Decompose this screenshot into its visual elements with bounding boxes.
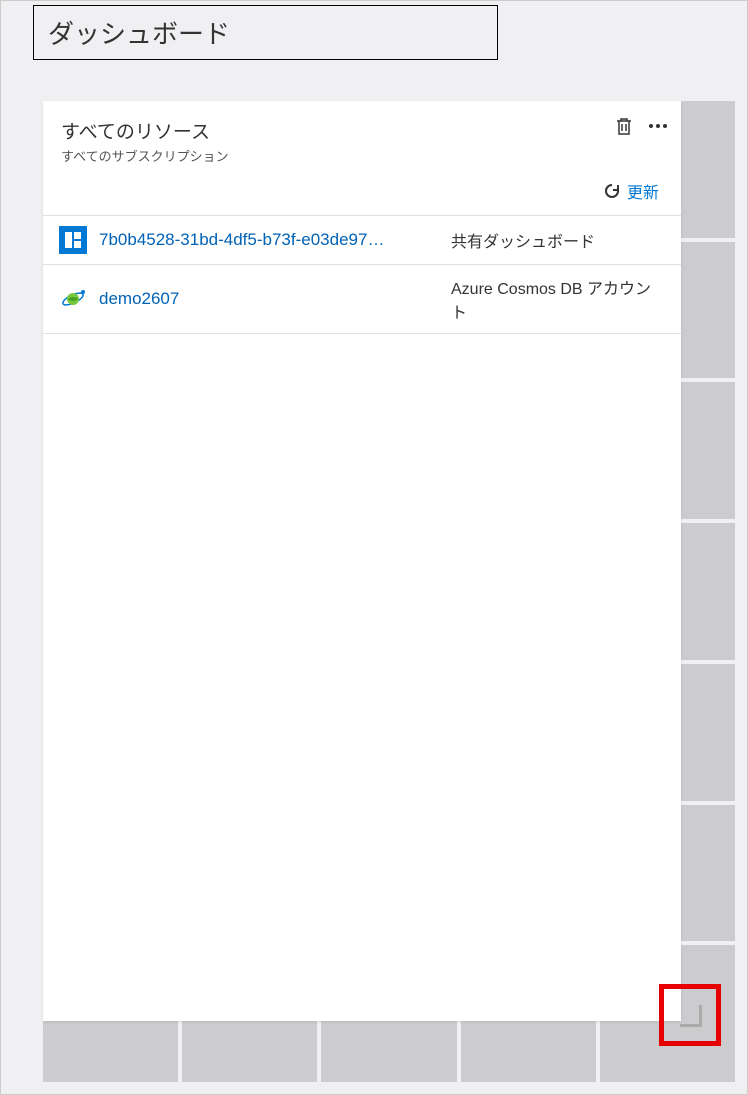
delete-button[interactable] (611, 113, 637, 139)
dashboard-grid: すべてのリソース すべてのサブスクリプション (43, 101, 735, 1082)
refresh-label: 更新 (627, 179, 659, 203)
resize-handle[interactable] (678, 1003, 702, 1027)
resource-name-link[interactable]: demo2607 (99, 289, 439, 309)
resize-handle-highlight (659, 984, 721, 1046)
page-title: ダッシュボード (33, 5, 498, 60)
refresh-row: 更新 (43, 169, 681, 215)
cosmos-db-icon (59, 285, 87, 313)
resource-list: 7b0b4528-31bd-4df5-b73f-e03de97… 共有ダッシュボ… (43, 215, 681, 334)
tile-actions (611, 113, 671, 139)
refresh-button[interactable]: 更新 (603, 179, 659, 203)
tile-title: すべてのリソース (61, 117, 663, 144)
dashboard-page: ダッシュボード すべてのリソース すべてのサブスクリプション (1, 1, 747, 1094)
refresh-icon (603, 182, 621, 200)
all-resources-tile: すべてのリソース すべてのサブスクリプション (43, 101, 681, 1021)
dashboard-icon (59, 226, 87, 254)
more-button[interactable] (645, 113, 671, 139)
tile-header: すべてのリソース すべてのサブスクリプション (43, 101, 681, 169)
resource-name-link[interactable]: 7b0b4528-31bd-4df5-b73f-e03de97… (99, 230, 439, 250)
resource-row[interactable]: demo2607 Azure Cosmos DB アカウント (43, 265, 681, 334)
tile-subtitle: すべてのサブスクリプション (61, 146, 663, 165)
resource-row[interactable]: 7b0b4528-31bd-4df5-b73f-e03de97… 共有ダッシュボ… (43, 216, 681, 265)
resource-type-label: 共有ダッシュボード (451, 228, 595, 252)
trash-icon (615, 116, 633, 136)
ellipsis-icon (648, 123, 668, 129)
resource-type-label: Azure Cosmos DB アカウント (451, 275, 665, 323)
